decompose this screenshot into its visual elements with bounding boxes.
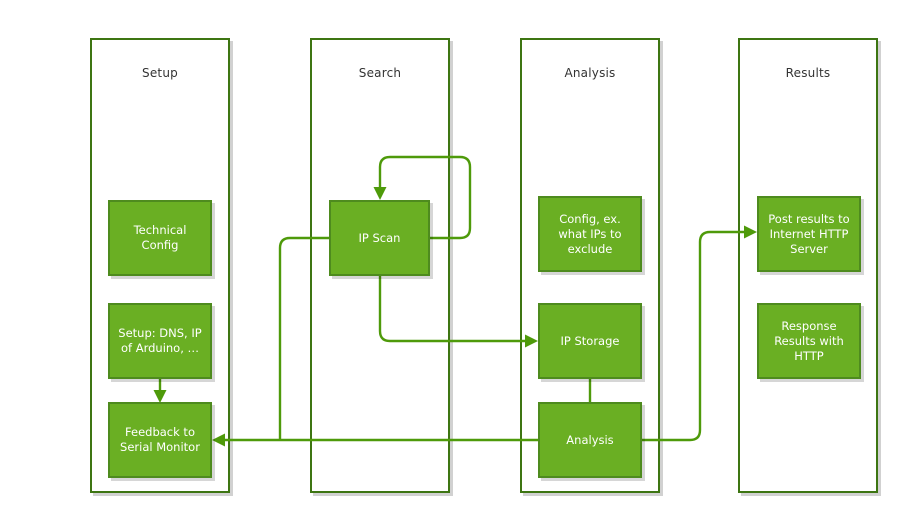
node-label: Analysis bbox=[566, 432, 614, 447]
node-label: IP Storage bbox=[560, 333, 620, 348]
swimlane-title-setup: Setup bbox=[142, 66, 178, 80]
node-technical-config[interactable]: Technical Config bbox=[108, 200, 212, 276]
node-label: Config, ex. what IPs to exclude bbox=[558, 211, 622, 256]
node-config-exclude-ips[interactable]: Config, ex. what IPs to exclude bbox=[538, 196, 642, 272]
node-ip-storage[interactable]: IP Storage bbox=[538, 303, 642, 379]
diagram-canvas: Setup Search Analysis Results Technical … bbox=[0, 0, 900, 514]
node-label: Post results to Internet HTTP Server bbox=[768, 211, 850, 256]
node-label: IP Scan bbox=[358, 230, 401, 245]
node-label: Response Results with HTTP bbox=[774, 318, 844, 363]
swimlane-title-results: Results bbox=[785, 66, 831, 80]
node-response-results-http[interactable]: Response Results with HTTP bbox=[757, 303, 861, 379]
node-analysis[interactable]: Analysis bbox=[538, 402, 642, 478]
node-setup-dns-ip[interactable]: Setup: DNS, IP of Arduino, … bbox=[108, 303, 212, 379]
swimlane-title-analysis: Analysis bbox=[564, 66, 616, 80]
node-label: Setup: DNS, IP of Arduino, … bbox=[118, 326, 202, 355]
swimlane-title-search: Search bbox=[358, 66, 402, 80]
node-post-results-http-server[interactable]: Post results to Internet HTTP Server bbox=[757, 196, 861, 272]
node-label: Technical Config bbox=[133, 223, 187, 252]
node-feedback-serial-monitor[interactable]: Feedback to Serial Monitor bbox=[108, 402, 212, 478]
node-label: Feedback to Serial Monitor bbox=[120, 425, 200, 454]
node-ip-scan[interactable]: IP Scan bbox=[329, 200, 430, 276]
